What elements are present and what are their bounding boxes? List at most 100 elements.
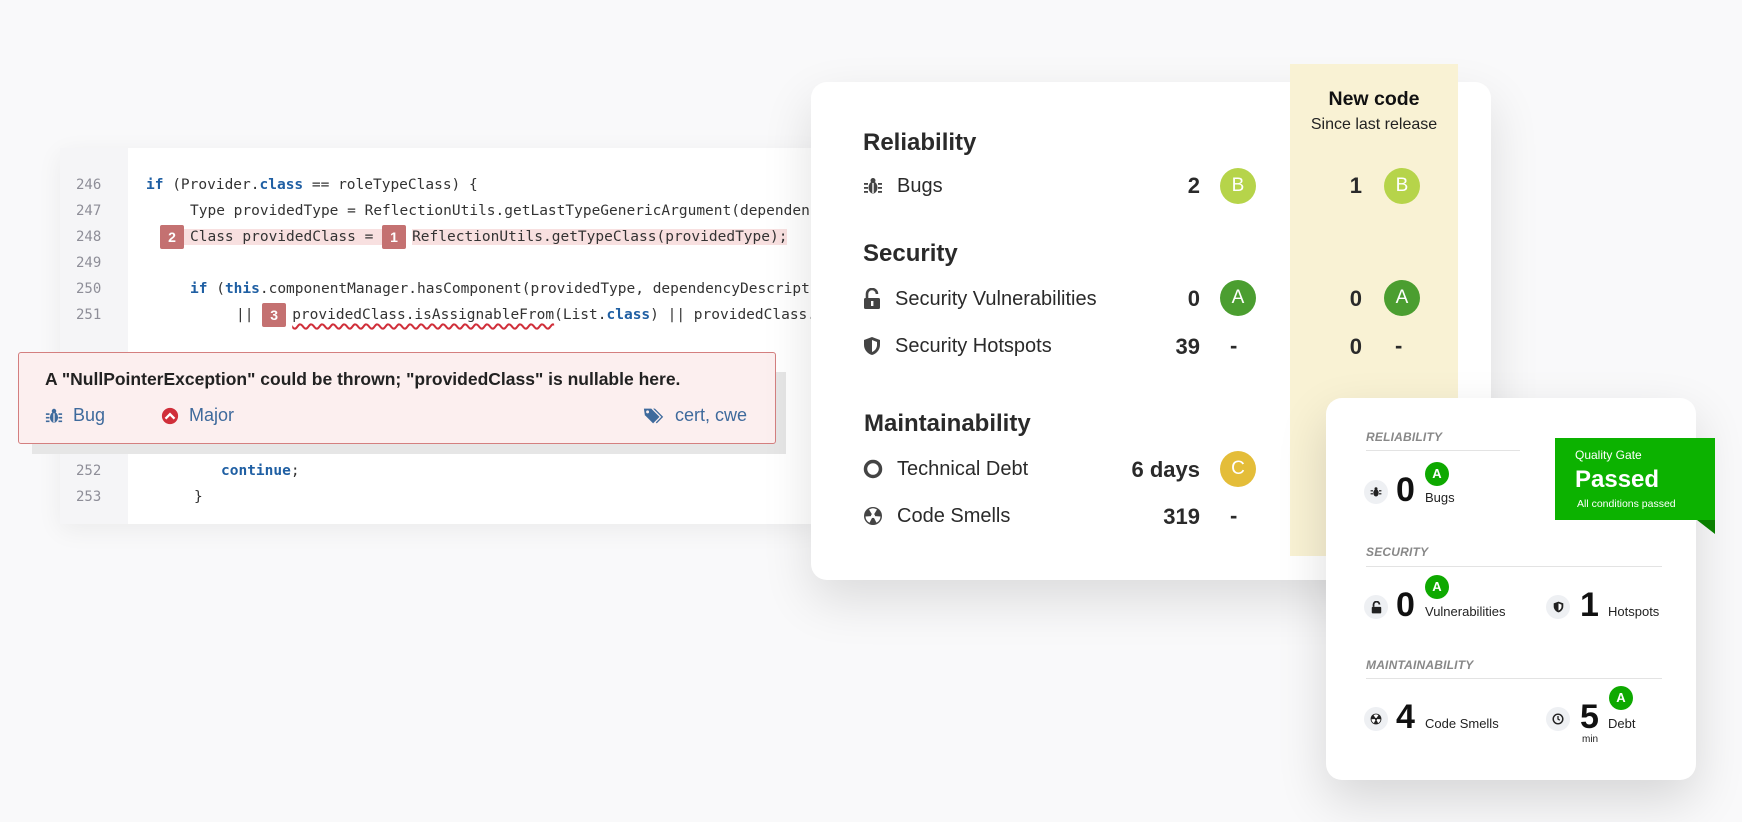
vulnerabilities-label: Security Vulnerabilities (895, 287, 1097, 310)
bugs-value[interactable]: 2 (1140, 173, 1200, 199)
summary-debt-grade-badge: A (1609, 686, 1633, 710)
vulnerabilities-value[interactable]: 0 (1140, 286, 1200, 312)
flow-step-badge[interactable]: 3 (262, 303, 287, 327)
code-text: == roleTypeClass) { (303, 177, 478, 193)
quality-gate-ribbon-fold (1697, 520, 1715, 534)
hotspots-label: Security Hotspots (895, 334, 1052, 357)
hotspots-grade: - (1230, 333, 1238, 358)
code-text: Type providedType = ReflectionUtils.getL… (190, 203, 810, 219)
new-bugs-grade-badge: B (1384, 168, 1420, 204)
summary-security-heading: SECURITY (1366, 545, 1429, 559)
summary-code-smells-label: Code Smells (1425, 716, 1499, 731)
code-smells-row[interactable]: Code Smells (863, 498, 1010, 534)
summary-debt-unit: min (1582, 734, 1599, 745)
code-text: (List. (554, 307, 607, 323)
issue-type[interactable]: Bug (45, 405, 105, 426)
technical-debt-label: Technical Debt (897, 457, 1029, 480)
code-smells-value[interactable]: 319 (1140, 504, 1200, 530)
summary-debt-value[interactable]: 5 (1580, 698, 1599, 737)
code-text: } (194, 489, 203, 505)
line-number: 253 (76, 489, 102, 505)
code-text: .componentManager.hasComponent(providedT… (259, 281, 810, 297)
code-line-248: 248 2 Class providedClass = 1 ReflectionUt… (60, 224, 820, 250)
keyword: if (146, 177, 164, 193)
code-line-253: 253 } (60, 484, 820, 510)
quality-gate-status: Passed (1575, 466, 1660, 493)
summary-debt-label: Debt (1608, 716, 1636, 731)
line-number: 252 (76, 463, 102, 479)
shield-icon (864, 337, 880, 355)
line-number: 246 (76, 177, 102, 193)
vulnerabilities-grade-badge: A (1220, 280, 1256, 316)
code-line-246: 246 if (Provider.class == roleTypeClass)… (60, 172, 820, 198)
bug-icon (45, 408, 63, 423)
line-number: 247 (76, 203, 102, 219)
issue-tags[interactable]: cert, cwe (643, 405, 747, 426)
code-line-252: 252 continue; (60, 458, 820, 484)
quality-gate-badge[interactable]: Quality Gate Passed All conditions passe… (1555, 438, 1715, 520)
issue-severity-label: Major (189, 405, 235, 425)
technical-debt-row[interactable]: Technical Debt (863, 451, 1028, 487)
code-line-247: 247 Type providedType = ReflectionUtils.… (60, 198, 820, 224)
security-heading: Security (863, 240, 958, 267)
chevron-up-circle-icon (161, 407, 179, 424)
summary-code-smells-value[interactable]: 4 (1396, 698, 1415, 737)
summary-bugs-label: Bugs (1425, 490, 1455, 505)
code-text: (Provider. (163, 177, 260, 193)
bugs-label: Bugs (897, 174, 943, 197)
divider (1366, 678, 1662, 679)
technical-debt-value[interactable]: 6 days (1090, 457, 1201, 483)
new-vulnerabilities-value[interactable]: 0 (1302, 286, 1362, 312)
divider (1366, 566, 1662, 567)
line-number: 248 (76, 229, 102, 245)
code-text: ; (290, 463, 300, 479)
summary-vulnerabilities-grade-badge: A (1425, 575, 1449, 599)
reliability-heading: Reliability (863, 129, 977, 156)
issue-severity[interactable]: Major (161, 405, 234, 426)
issue-tags-label: cert, cwe (675, 405, 748, 425)
summary-reliability-heading: RELIABILITY (1366, 430, 1443, 444)
code-text: ) || providedClass. (650, 307, 817, 323)
new-bugs-value[interactable]: 1 (1302, 173, 1362, 199)
flow-step-badge[interactable]: 2 (160, 225, 184, 249)
summary-hotspots-value[interactable]: 1 (1580, 586, 1599, 625)
issue-popup[interactable]: A "NullPointerException" could be thrown… (18, 352, 776, 444)
bugs-row[interactable]: Bugs (863, 168, 943, 204)
code-smells-label: Code Smells (897, 504, 1011, 527)
flow-step-badge[interactable]: 1 (382, 225, 407, 249)
keyword: continue (221, 463, 291, 479)
code-line-250: 250 if (this.componentManager.hasCompone… (60, 276, 820, 302)
summary-vulnerabilities-value[interactable]: 0 (1396, 586, 1415, 625)
bugs-grade-badge: B (1220, 168, 1256, 204)
code-line-251: 251 || 3 providedClass.isAssignableFrom(L… (60, 302, 820, 328)
vulnerabilities-row[interactable]: Security Vulnerabilities (863, 281, 1097, 317)
hotspots-value[interactable]: 39 (1140, 334, 1200, 360)
new-hotspots-value[interactable]: 0 (1302, 334, 1362, 360)
quality-gate-detail: All conditions passed (1577, 498, 1676, 510)
keyword: if (190, 281, 208, 297)
code-smells-grade: - (1230, 503, 1238, 528)
shield-icon (1546, 595, 1570, 619)
issue-location[interactable]: providedClass.isAssignableFrom (292, 307, 554, 323)
keyword: this (224, 281, 260, 297)
bug-icon (1364, 480, 1388, 504)
line-number: 251 (76, 307, 102, 323)
code-viewer: 246 if (Provider.class == roleTypeClass)… (60, 148, 820, 524)
code-text: || (236, 307, 263, 323)
summary-bugs-value[interactable]: 0 (1396, 471, 1415, 510)
summary-bugs-grade-badge: A (1425, 462, 1449, 486)
open-lock-icon (864, 288, 880, 309)
hotspots-row[interactable]: Security Hotspots (863, 328, 1052, 364)
lock-icon (1364, 595, 1388, 619)
new-code-subtitle: Since last release (1310, 116, 1438, 133)
line-number: 250 (76, 281, 102, 297)
new-hotspots-grade: - (1395, 333, 1403, 358)
ring-icon (863, 459, 883, 479)
radiation-icon (864, 507, 882, 525)
code-line-249: 249 (60, 250, 820, 276)
issue-type-label: Bug (73, 405, 106, 425)
code-text: ( (207, 281, 225, 297)
radiation-icon (1364, 707, 1388, 731)
technical-debt-grade-badge: C (1220, 451, 1256, 487)
summary-hotspots-label: Hotspots (1608, 604, 1660, 619)
